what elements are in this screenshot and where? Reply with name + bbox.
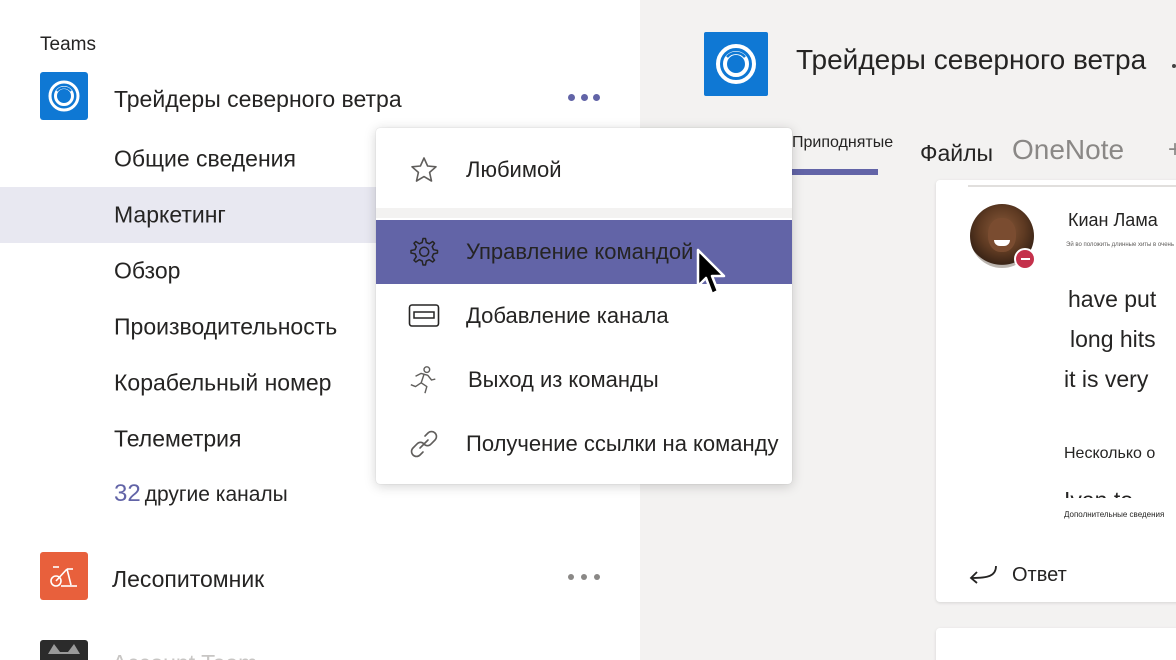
reply-button[interactable]: Ответ <box>966 562 1067 589</box>
concentric-rings-icon <box>40 72 88 120</box>
reply-arrow-icon <box>966 562 998 589</box>
channel-label: Телеметрия <box>114 425 242 452</box>
active-tab-indicator <box>792 169 878 175</box>
avatar-face <box>988 218 1016 252</box>
star-icon <box>408 154 440 186</box>
menu-item-label: Управление командой <box>466 239 694 264</box>
dot-icon <box>568 574 574 580</box>
menu-item-label: Любимой <box>466 157 562 182</box>
team-more-options-button[interactable] <box>566 85 602 109</box>
menu-item-favorite[interactable]: Любимой <box>376 138 792 202</box>
menu-item-leave-team[interactable]: Выход из команды <box>376 348 792 412</box>
page-title: Трейдеры северного ветра <box>796 44 1147 75</box>
team-more-options-button[interactable] <box>566 565 602 589</box>
dot-icon <box>568 93 575 101</box>
exercise-bike-icon <box>40 552 88 600</box>
menu-item-label: Получение ссылки на команду <box>466 431 779 456</box>
menu-item-label: Выход из команды <box>468 367 659 392</box>
team-name: Account Team <box>112 650 257 660</box>
message-subtitle: Эй во положить длинные хиты в очень <box>1066 242 1174 248</box>
channel-label: Общие сведения <box>114 145 296 172</box>
message-text-clipped: Ivan to <box>1064 484 1133 498</box>
dot-icon <box>594 574 600 580</box>
channel-label: Корабельный номер <box>114 369 332 396</box>
more-details-link[interactable]: Дополнительные сведения <box>1064 510 1164 519</box>
menu-separator <box>376 208 792 218</box>
message-text-line: long hits <box>1070 326 1156 352</box>
channel-label: Обзор <box>114 257 181 284</box>
tab-onenote[interactable]: OneNote <box>1012 134 1124 166</box>
more-channels-count: 32 <box>114 480 141 507</box>
team-row-nursery[interactable]: Лесопитомник <box>0 548 640 604</box>
avatar[interactable] <box>970 204 1036 270</box>
reply-label: Ответ <box>1012 564 1067 586</box>
channel-label: Маркетинг <box>114 201 226 228</box>
message-card <box>936 628 1176 660</box>
teams-header: Teams <box>40 34 96 55</box>
team-row-northwind[interactable]: Трейдеры северного ветра <box>0 68 640 124</box>
add-tab-button[interactable]: + <box>1168 136 1176 164</box>
more-channels-text: другие каналы <box>144 483 288 506</box>
message-text-line: have put <box>1068 286 1157 312</box>
message-card: Киан Лама Эй во положить длинные хиты в … <box>936 180 1176 602</box>
team-name: Трейдеры северного ветра <box>114 86 402 112</box>
concentric-rings-icon <box>704 32 768 96</box>
team-row-account-team[interactable]: Account Team <box>0 636 640 660</box>
tab-files[interactable]: Файлы <box>920 140 993 167</box>
dot-icon <box>580 93 588 101</box>
message-text-line: it is very <box>1064 366 1149 392</box>
team-name: Лесопитомник <box>112 566 265 592</box>
divider <box>968 185 1176 187</box>
dot-icon <box>593 93 600 101</box>
menu-item-label: Добавление канала <box>466 303 669 328</box>
link-icon <box>408 428 440 460</box>
tab-posts[interactable]: Приподнятые <box>792 134 893 152</box>
message-text-line: Несколько о <box>1064 445 1156 462</box>
running-person-icon <box>408 364 440 396</box>
menu-item-get-link[interactable]: Получение ссылки на команду <box>376 412 792 476</box>
sender-name[interactable]: Киан Лама <box>1068 210 1158 231</box>
more-channels-label: 32 другие каналы <box>114 480 288 508</box>
dot-icon <box>581 574 587 580</box>
do-not-disturb-icon <box>1014 248 1036 270</box>
gear-icon <box>408 236 440 268</box>
mouse-cursor-icon <box>696 248 730 307</box>
cat-avatar-icon <box>40 640 88 660</box>
channel-card-icon <box>408 300 440 332</box>
dot-icon <box>1172 64 1176 68</box>
channel-label: Производительность <box>114 313 338 340</box>
